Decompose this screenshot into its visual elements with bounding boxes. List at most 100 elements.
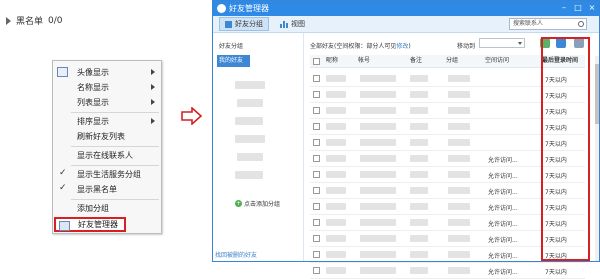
checkmark-icon: ✓ (59, 168, 67, 178)
blurred-group (448, 203, 470, 210)
blurred-account (360, 187, 396, 194)
checkmark-icon: ✓ (59, 183, 67, 193)
sidebar: 好友分组 我的好友 + 点击添加分组 找回被删的好友 (213, 33, 304, 261)
row-checkbox[interactable] (313, 123, 320, 130)
blurred-nickname (326, 75, 346, 82)
blurred-remark (410, 91, 428, 98)
modify-link[interactable]: 修改 (396, 43, 408, 50)
blurred-group (448, 75, 470, 82)
blurred-nickname (326, 267, 346, 274)
table-row[interactable]: 允许访问... 7天以内 (310, 263, 585, 279)
blurred-group (448, 107, 470, 114)
blurred-account (360, 171, 396, 178)
menu-item-friend-manager[interactable]: 好友管理器 (54, 217, 126, 232)
blacklist-count: 0/0 (48, 15, 63, 26)
row-checkbox[interactable] (313, 187, 320, 194)
blurred-remark (410, 139, 428, 146)
menu-item-sort-display[interactable]: 排序显示 (53, 115, 161, 128)
blurred-nickname (326, 107, 346, 114)
menu-item-show-life-services[interactable]: ✓ 显示生活服务分组 (53, 168, 161, 181)
blurred-remark (410, 219, 428, 226)
row-checkbox[interactable] (313, 267, 320, 274)
column-space-access[interactable]: 空间访问 (485, 55, 509, 67)
right-arrow-icon (181, 106, 203, 127)
blurred-account (360, 91, 396, 98)
row-checkbox[interactable] (313, 203, 320, 210)
blurred-remark (410, 251, 428, 258)
submenu-arrow-icon (151, 69, 155, 75)
blurred-group (235, 117, 263, 125)
row-checkbox[interactable] (313, 139, 320, 146)
blurred-group (448, 235, 470, 242)
blurred-nickname (326, 251, 346, 258)
blurred-remark (410, 171, 428, 178)
row-checkbox[interactable] (313, 235, 320, 242)
add-group-button[interactable]: + 点击添加分组 (235, 199, 280, 208)
column-group[interactable]: 分组 (446, 55, 458, 67)
blurred-nickname (326, 139, 346, 146)
blurred-account (360, 235, 396, 242)
search-icon[interactable] (578, 21, 584, 27)
menu-item-show-blacklist[interactable]: ✓ 显示黑名单 (53, 183, 161, 196)
all-friends-header: 全部好友(空间权限：部分人可见修改) (310, 43, 411, 50)
blurred-group (235, 135, 265, 143)
blurred-nickname (326, 219, 346, 226)
scrollbar[interactable] (595, 56, 599, 261)
row-checkbox[interactable] (313, 251, 320, 258)
blurred-remark (410, 155, 428, 162)
blurred-group (235, 171, 263, 179)
tab-friend-groups[interactable]: 好友分组 (219, 17, 269, 31)
blurred-nickname (326, 91, 346, 98)
blurred-group (235, 81, 265, 89)
scrollbar-thumb[interactable] (595, 64, 599, 124)
blurred-group (448, 91, 470, 98)
column-account[interactable]: 帐号 (358, 55, 370, 67)
blurred-remark (410, 235, 428, 242)
space-access-cell: 允许访问... (488, 205, 518, 212)
menu-item-show-online[interactable]: 显示在线联系人 (53, 149, 161, 162)
space-access-cell: 允许访问... (488, 269, 518, 276)
friend-list-panel: 黑名单 0/0 头像显示 名称显示 列表显示 排序显示 刷新好友列表 显示在线联… (0, 0, 203, 262)
row-checkbox[interactable] (313, 155, 320, 162)
blurred-nickname (326, 187, 346, 194)
submenu-arrow-icon (151, 118, 155, 124)
menu-item-refresh-list[interactable]: 刷新好友列表 (53, 130, 161, 143)
expand-triangle-icon[interactable] (6, 16, 11, 25)
blurred-remark (410, 187, 428, 194)
menu-item-add-group[interactable]: 添加分组 (53, 202, 161, 215)
blurred-group (237, 153, 263, 161)
blurred-remark (410, 203, 428, 210)
move-to-select[interactable] (479, 38, 525, 48)
blurred-nickname (326, 171, 346, 178)
menu-item-name-display[interactable]: 名称显示 (53, 81, 161, 94)
menu-item-avatar-display[interactable]: 头像显示 (53, 66, 161, 79)
blurred-group (448, 267, 470, 274)
row-checkbox[interactable] (313, 219, 320, 226)
qq-logo-icon (217, 4, 226, 13)
row-checkbox[interactable] (313, 91, 320, 98)
minimize-button[interactable]: – (560, 3, 568, 13)
chart-icon (280, 20, 288, 28)
column-remark[interactable]: 备注 (410, 55, 422, 67)
tab-view[interactable]: 视图 (275, 17, 310, 31)
friend-manager-window: 好友管理器 – □ × 好友分组 视图 搜索联系人 好友分组 我的好友 + 点击… (212, 0, 600, 279)
blurred-nickname (326, 123, 346, 130)
sidebar-item-my-friends[interactable]: 我的好友 (217, 55, 250, 67)
picture-icon (57, 67, 68, 77)
row-checkbox[interactable] (313, 75, 320, 82)
select-all-checkbox[interactable] (313, 58, 320, 65)
blurred-account (360, 75, 396, 82)
close-button[interactable]: × (588, 3, 596, 13)
row-checkbox[interactable] (313, 171, 320, 178)
search-input[interactable]: 搜索联系人 (509, 18, 587, 30)
recover-deleted-friends-link[interactable]: 找回被删的好友 (215, 250, 257, 259)
last-login-cell: 7天以内 (545, 269, 567, 276)
menu-item-list-display[interactable]: 列表显示 (53, 96, 161, 109)
blurred-account (360, 267, 396, 274)
row-checkbox[interactable] (313, 107, 320, 114)
column-nickname[interactable]: 昵称 (326, 55, 338, 67)
sidebar-heading: 好友分组 (219, 43, 244, 50)
maximize-button[interactable]: □ (574, 3, 582, 13)
blacklist-group[interactable]: 黑名单 0/0 (6, 14, 63, 27)
blurred-group (448, 139, 470, 146)
